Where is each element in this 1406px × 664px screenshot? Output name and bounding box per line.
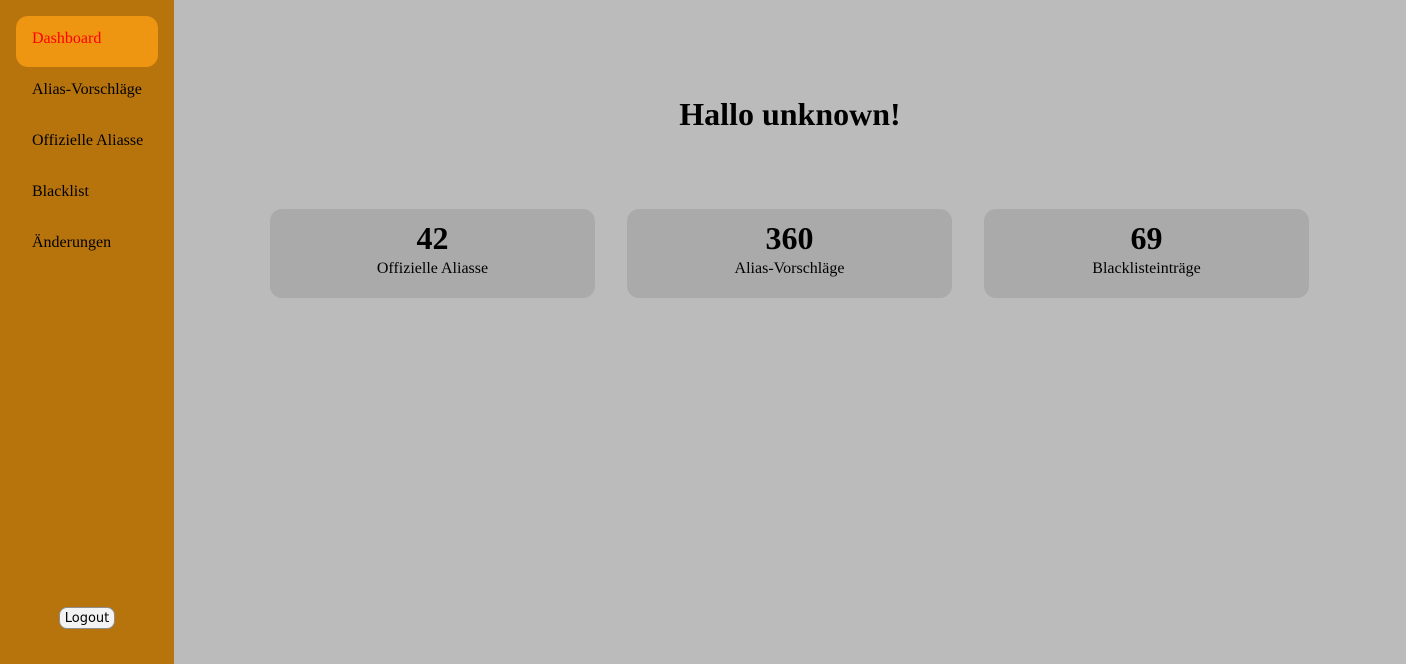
stat-card-blacklist-entries: 69 Blacklisteinträge — [984, 209, 1309, 298]
stat-value: 360 — [765, 220, 814, 256]
app: Dashboard Alias-Vorschläge Offizielle Al… — [0, 0, 1406, 664]
logout-container: Logout — [0, 607, 174, 629]
main-content: Hallo unknown! 42 Offizielle Aliasse 360… — [174, 0, 1406, 664]
sidebar-item-alias-suggestions[interactable]: Alias-Vorschläge — [16, 67, 158, 118]
sidebar-item-official-aliases[interactable]: Offizielle Aliasse — [16, 118, 158, 169]
stat-label: Alias-Vorschläge — [734, 260, 845, 277]
stat-value: 69 — [1130, 220, 1163, 256]
stat-label: Blacklisteinträge — [1092, 260, 1201, 277]
page-title: Hallo unknown! — [679, 96, 901, 132]
sidebar-item-changes[interactable]: Änderungen — [16, 220, 158, 271]
stat-card-official-aliases: 42 Offizielle Aliasse — [270, 209, 595, 298]
stat-value: 42 — [416, 220, 449, 256]
stat-label: Offizielle Aliasse — [376, 260, 489, 277]
sidebar-item-dashboard[interactable]: Dashboard — [16, 16, 158, 67]
stats-cards: 42 Offizielle Aliasse 360 Alias-Vorschlä… — [270, 209, 1309, 298]
sidebar-item-blacklist[interactable]: Blacklist — [16, 169, 158, 220]
stat-card-alias-suggestions: 360 Alias-Vorschläge — [627, 209, 952, 298]
sidebar: Dashboard Alias-Vorschläge Offizielle Al… — [0, 0, 174, 664]
logout-button[interactable]: Logout — [58, 607, 116, 629]
sidebar-nav: Dashboard Alias-Vorschläge Offizielle Al… — [0, 16, 174, 271]
